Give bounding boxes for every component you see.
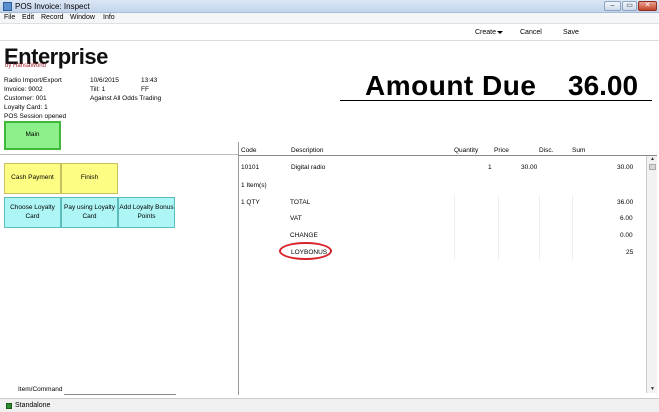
scroll-thumb[interactable]: [649, 164, 656, 170]
till-code: FF: [141, 86, 149, 93]
items-count: 1 Item(s): [241, 182, 267, 189]
menu-bar: File Edit Record Window Info: [0, 13, 659, 24]
grid-scrollbar[interactable]: ▲ ▼: [646, 156, 657, 393]
menu-info[interactable]: Info: [103, 14, 115, 21]
loybonus-label: LOYBONUS: [291, 249, 328, 256]
create-menu-button[interactable]: Create: [475, 29, 504, 36]
item-description: Digital radio: [291, 164, 326, 171]
menu-window[interactable]: Window: [70, 14, 95, 21]
scroll-up-icon[interactable]: ▲: [648, 156, 657, 163]
amount-due-label: Amount Due: [365, 70, 537, 101]
item-quantity: 1: [488, 164, 492, 171]
session-status: POS Session opened: [4, 113, 67, 120]
total-label: TOTAL: [290, 199, 311, 206]
cash-payment-button[interactable]: Cash Payment: [4, 163, 61, 194]
chevron-down-icon: [497, 30, 504, 34]
item-code: 10101: [241, 164, 260, 171]
invoice-number: Invoice: 9002: [4, 86, 43, 93]
menu-record[interactable]: Record: [41, 14, 64, 21]
grid-column-line: [498, 195, 499, 260]
col-description: Description: [291, 147, 324, 154]
minimize-button[interactable]: –: [604, 1, 621, 11]
grid-column-line: [539, 195, 540, 260]
amount-due-value: 36.00: [568, 70, 639, 101]
choose-loyalty-card-button[interactable]: Choose Loyalty Card: [4, 197, 61, 228]
create-label: Create: [475, 29, 497, 36]
grid-header-underline: [239, 155, 657, 156]
menu-edit[interactable]: Edit: [22, 14, 34, 21]
change-value: 0.00: [620, 232, 633, 239]
item-price: 30.00: [521, 164, 538, 171]
item-command-input[interactable]: [64, 386, 176, 395]
col-quantity: Quantity: [454, 147, 479, 154]
cancel-button[interactable]: Cancel: [520, 29, 542, 36]
left-panel-divider: [0, 154, 238, 155]
grid-column-line: [572, 195, 573, 260]
customer-name: Against All Odds Trading: [90, 95, 162, 102]
app-icon: [3, 2, 12, 11]
item-sum: 30.00: [617, 164, 634, 171]
vat-label: VAT: [290, 215, 302, 222]
maximize-button[interactable]: ▭: [622, 1, 637, 11]
till-number: Till: 1: [90, 86, 106, 93]
col-code: Code: [241, 147, 257, 154]
vat-value: 6.00: [620, 215, 633, 222]
status-bar: Standalone: [0, 398, 659, 412]
loyalty-card: Loyalty Card: 1: [4, 104, 48, 111]
company-name: Radio Import/Export: [4, 77, 62, 84]
pay-using-loyalty-card-button[interactable]: Pay using Loyalty Card: [61, 197, 118, 228]
customer-code: Customer: 001: [4, 95, 47, 102]
status-indicator-icon: [6, 403, 12, 409]
col-disc: Disc.: [539, 147, 554, 154]
status-text: Standalone: [15, 402, 51, 409]
main-button[interactable]: Main: [4, 121, 61, 150]
menu-file[interactable]: File: [4, 14, 15, 21]
grid-header: Code Description Quantity Price Disc. Su…: [239, 146, 657, 155]
close-button[interactable]: ✕: [638, 1, 657, 11]
panel-divider: [238, 142, 239, 395]
logo-sub: by HansaWorld: [5, 63, 46, 69]
item-command-label: Item/Command: [18, 386, 63, 393]
title-bar: POS Invoice: Inspect – ▭ ✕: [0, 0, 659, 13]
total-value: 36.00: [617, 199, 634, 206]
qty-label: 1 QTY: [241, 199, 260, 206]
finish-button[interactable]: Finish: [61, 163, 118, 194]
loybonus-value: 25: [626, 249, 634, 256]
invoice-time: 13:43: [141, 77, 158, 84]
grid-column-line: [454, 195, 455, 260]
window-title: POS Invoice: Inspect: [15, 2, 90, 11]
col-price: Price: [494, 147, 509, 154]
amount-underline: [340, 100, 652, 101]
change-label: CHANGE: [290, 232, 318, 239]
scroll-down-icon[interactable]: ▼: [648, 386, 657, 393]
header-divider: [0, 40, 659, 41]
col-sum: Sum: [572, 147, 586, 154]
save-button[interactable]: Save: [563, 29, 579, 36]
invoice-date: 10/6/2015: [90, 77, 119, 84]
add-loyalty-bonus-points-button[interactable]: Add Loyalty Bonus Points: [118, 197, 175, 228]
